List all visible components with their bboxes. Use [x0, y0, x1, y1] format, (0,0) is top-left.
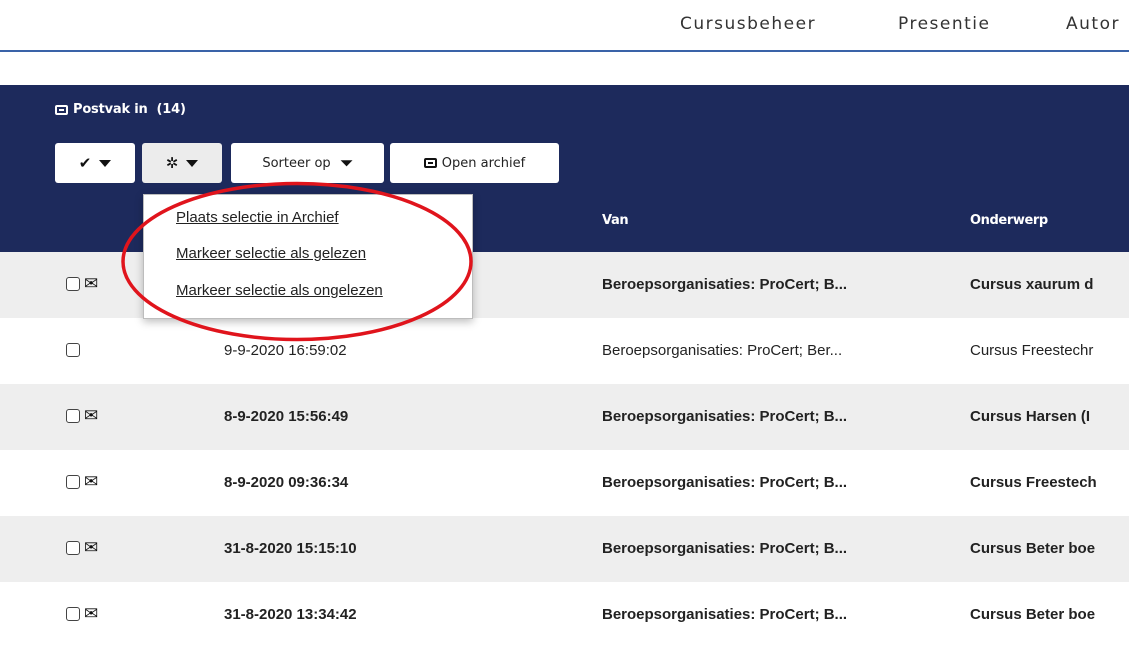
row-checkbox[interactable]	[66, 343, 80, 357]
row-subject: Cursus Freestech	[970, 474, 1097, 491]
row-from: Beroepsorganisaties: ProCert; B...	[602, 606, 848, 623]
row-from: Beroepsorganisaties: ProCert; Ber...	[602, 342, 843, 359]
inbox-tray-icon	[55, 104, 68, 115]
row-date: 31-8-2020 13:34:42	[224, 606, 357, 623]
gear-icon: ✲	[165, 154, 179, 172]
sort-button-label: Sorteer op	[262, 155, 331, 171]
row-subject: Cursus xaurum d	[970, 276, 1094, 293]
row-subject: Cursus Beter boe	[970, 540, 1096, 557]
chevron-down-icon	[99, 159, 112, 167]
select-dropdown-button[interactable]: ✔	[55, 143, 135, 183]
table-row[interactable]: ✉ 8-9-2020 15:56:49 Beroepsorganisaties:…	[0, 384, 1129, 450]
filter-icon: ⏷	[340, 154, 353, 172]
column-header-van[interactable]: Van	[602, 213, 629, 228]
envelope-icon: ✉	[84, 406, 99, 425]
row-date: 8-9-2020 15:56:49	[224, 408, 349, 425]
inbox-title-label: Postvak in	[73, 102, 148, 117]
column-header-onderwerp[interactable]: Onderwerp	[970, 213, 1048, 228]
nav-item-presentie[interactable]: Presentie	[898, 14, 990, 34]
row-checkbox[interactable]	[66, 409, 80, 423]
open-archive-label: Open archief	[441, 155, 526, 171]
row-from: Beroepsorganisaties: ProCert; B...	[602, 474, 848, 491]
row-from: Beroepsorganisaties: ProCert; B...	[602, 540, 848, 557]
menu-item-archive-selection[interactable]: Plaats selectie in Archief	[176, 209, 339, 226]
row-date: 8-9-2020 09:36:34	[224, 474, 349, 491]
menu-item-mark-read[interactable]: Markeer selectie als gelezen	[176, 245, 366, 262]
row-from: Beroepsorganisaties: ProCert; B...	[602, 408, 848, 425]
actions-dropdown-menu: Plaats selectie in Archief Markeer selec…	[143, 194, 473, 319]
table-row[interactable]: ✉ 31-8-2020 13:34:42 Beroepsorganisaties…	[0, 582, 1129, 645]
table-row[interactable]: ✉ 31-8-2020 15:15:10 Beroepsorganisaties…	[0, 516, 1129, 582]
row-date: 31-8-2020 15:15:10	[224, 540, 357, 557]
open-archive-button[interactable]: Open archief	[390, 143, 559, 183]
envelope-icon: ✉	[84, 274, 99, 293]
envelope-icon: ✉	[84, 472, 99, 491]
sort-button[interactable]: Sorteer op ⏷	[231, 143, 384, 183]
envelope-icon: ✉	[84, 604, 99, 623]
chevron-down-icon	[186, 159, 199, 167]
row-subject: Cursus Harsen (I	[970, 408, 1091, 425]
row-from: Beroepsorganisaties: ProCert; B...	[602, 276, 848, 293]
actions-dropdown-button[interactable]: ✲	[142, 143, 222, 183]
checkmark-icon: ✔	[78, 154, 92, 172]
row-checkbox[interactable]	[66, 541, 80, 555]
envelope-icon: ✉	[84, 538, 99, 557]
row-date: 9-9-2020 16:59:02	[224, 342, 347, 359]
menu-item-mark-unread[interactable]: Markeer selectie als ongelezen	[176, 282, 383, 299]
nav-item-autor[interactable]: Autor	[1066, 14, 1120, 34]
row-checkbox[interactable]	[66, 277, 80, 291]
row-subject: Cursus Beter boe	[970, 606, 1096, 623]
top-navigation: Cursusbeheer Presentie Autor	[0, 0, 1129, 52]
row-checkbox[interactable]	[66, 475, 80, 489]
row-subject: Cursus Freestechr	[970, 342, 1094, 359]
row-checkbox[interactable]	[66, 607, 80, 621]
inbox-tray-icon	[423, 158, 437, 168]
inbox-title: Postvak in (14)	[55, 102, 186, 117]
table-row[interactable]: 9-9-2020 16:59:02 Beroepsorganisaties: P…	[0, 318, 1129, 384]
inbox-count: (14)	[156, 102, 186, 117]
nav-item-cursusbeheer[interactable]: Cursusbeheer	[680, 14, 816, 34]
table-row[interactable]: ✉ 8-9-2020 09:36:34 Beroepsorganisaties:…	[0, 450, 1129, 516]
